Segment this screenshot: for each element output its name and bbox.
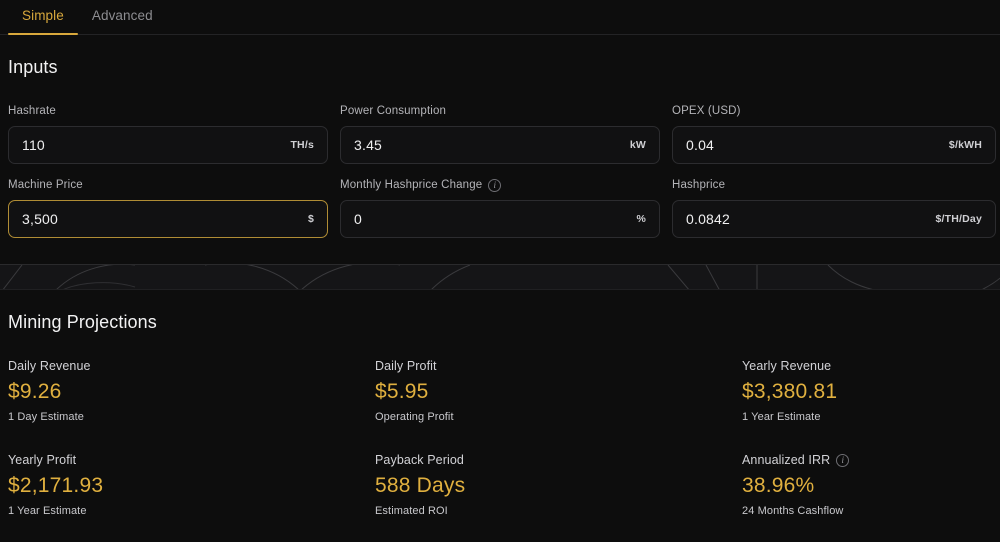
field-machine-price-label-text: Machine Price	[8, 179, 83, 191]
monthly-hashprice-change-unit: %	[636, 213, 646, 225]
field-opex-label-text: OPEX (USD)	[672, 105, 741, 117]
info-icon[interactable]: i	[488, 178, 502, 192]
metric-yearly-revenue-label: Yearly Revenue	[742, 359, 992, 373]
field-hashrate: Hashrate 110 TH/s	[8, 104, 328, 164]
mining-projections-heading: Mining Projections	[8, 312, 157, 332]
metric-daily-profit-label: Daily Profit	[375, 359, 742, 373]
inputs-section: Inputs Hashrate 110 TH/s Power Consumpti…	[0, 35, 1000, 252]
metrics-grid: Daily Revenue $9.26 1 Day Estimate Daily…	[8, 359, 992, 517]
tab-simple[interactable]: Simple	[8, 0, 78, 34]
hashrate-unit: TH/s	[290, 139, 314, 151]
field-hashprice-label-text: Hashprice	[672, 179, 726, 191]
hashprice-input-value: 0.0842	[686, 211, 731, 227]
field-power-consumption: Power Consumption 3.45 kW	[340, 104, 660, 164]
machine-price-unit: $	[307, 213, 314, 225]
power-consumption-input-value: 3.45	[354, 137, 383, 153]
metric-payback-period-value: 588 Days	[375, 474, 466, 498]
metric-yearly-profit: Yearly Profit $2,171.93 1 Year Estimate	[8, 453, 375, 517]
metric-daily-revenue-value: $9.26	[8, 380, 62, 403]
field-power-consumption-label-text: Power Consumption	[340, 105, 447, 117]
metric-payback-period-label: Payback Period	[375, 453, 742, 467]
metric-daily-revenue: Daily Revenue $9.26 1 Day Estimate	[8, 359, 375, 423]
decorative-divider-band	[0, 264, 1000, 290]
decorative-arcs	[2, 265, 1000, 289]
tab-simple-label: Simple	[22, 8, 64, 23]
metric-daily-profit-label-text: Daily Profit	[375, 359, 437, 373]
metric-daily-revenue-sub: 1 Day Estimate	[8, 411, 84, 424]
metric-yearly-profit-value: $2,171.93	[8, 474, 104, 498]
opex-unit: $/kWH	[948, 139, 982, 151]
metric-payback-period: Payback Period 588 Days Estimated ROI	[375, 453, 742, 517]
mining-calculator-page: Simple Advanced Inputs Hashrate 110 TH/s…	[0, 0, 1000, 542]
metric-yearly-profit-label: Yearly Profit	[8, 453, 375, 467]
hashrate-input[interactable]: 110 TH/s	[8, 126, 328, 164]
power-consumption-unit: kW	[629, 139, 646, 151]
field-hashrate-label: Hashrate	[8, 104, 328, 118]
field-power-consumption-label: Power Consumption	[340, 104, 660, 118]
metric-daily-profit-sub: Operating Profit	[375, 411, 454, 424]
machine-price-input[interactable]: 3,500 $	[8, 200, 328, 238]
field-monthly-hashprice-change-label-text: Monthly Hashprice Change	[340, 179, 483, 191]
hashprice-unit: $/TH/Day	[935, 213, 982, 225]
tab-advanced[interactable]: Advanced	[78, 0, 167, 34]
metric-annualized-irr-sub: 24 Months Cashflow	[742, 505, 844, 518]
inputs-heading: Inputs	[8, 57, 58, 77]
field-opex-label: OPEX (USD)	[672, 104, 996, 118]
metric-yearly-revenue-label-text: Yearly Revenue	[742, 359, 832, 373]
metric-payback-period-label-text: Payback Period	[375, 453, 464, 468]
metric-annualized-irr: Annualized IRR i 38.96% 24 Months Cashfl…	[742, 453, 992, 517]
inputs-grid: Hashrate 110 TH/s Power Consumption 3.45…	[8, 104, 996, 252]
field-monthly-hashprice-change-label: Monthly Hashprice Change i	[340, 178, 660, 192]
opex-input-value: 0.04	[686, 137, 715, 153]
field-hashprice: Hashprice 0.0842 $/TH/Day	[672, 178, 996, 238]
hashrate-input-value: 110	[22, 137, 45, 153]
monthly-hashprice-change-input-value: 0	[354, 211, 362, 227]
monthly-hashprice-change-input[interactable]: 0 %	[340, 200, 660, 238]
metric-daily-profit: Daily Profit $5.95 Operating Profit	[375, 359, 742, 423]
power-consumption-input[interactable]: 3.45 kW	[340, 126, 660, 164]
metric-yearly-profit-sub: 1 Year Estimate	[8, 505, 87, 518]
field-machine-price-label: Machine Price	[8, 178, 328, 192]
metric-daily-revenue-label: Daily Revenue	[8, 359, 375, 373]
field-monthly-hashprice-change: Monthly Hashprice Change i 0 %	[340, 178, 660, 238]
field-opex: OPEX (USD) 0.04 $/kWH	[672, 104, 996, 164]
metric-daily-profit-value: $5.95	[375, 380, 429, 403]
metric-yearly-revenue: Yearly Revenue $3,380.81 1 Year Estimate	[742, 359, 992, 423]
metric-yearly-revenue-value: $3,380.81	[742, 380, 838, 403]
mining-projections-section: Mining Projections Daily Revenue $9.26 1…	[0, 290, 1000, 517]
tab-advanced-label: Advanced	[91, 8, 153, 23]
metric-yearly-profit-label-text: Yearly Profit	[8, 453, 77, 468]
opex-input[interactable]: 0.04 $/kWH	[672, 126, 996, 164]
field-hashrate-label-text: Hashrate	[8, 105, 56, 117]
metric-annualized-irr-label-text: Annualized IRR	[742, 453, 831, 468]
mode-tabs: Simple Advanced	[0, 0, 1000, 35]
field-machine-price: Machine Price 3,500 $	[8, 178, 328, 238]
hashprice-input[interactable]: 0.0842 $/TH/Day	[672, 200, 996, 238]
info-icon[interactable]: i	[836, 453, 850, 467]
metric-payback-period-sub: Estimated ROI	[375, 505, 448, 518]
field-hashprice-label: Hashprice	[672, 178, 996, 192]
metric-annualized-irr-label: Annualized IRR i	[742, 453, 992, 467]
metric-yearly-revenue-sub: 1 Year Estimate	[742, 411, 821, 424]
machine-price-input-value: 3,500	[22, 211, 59, 227]
metric-annualized-irr-value: 38.96%	[742, 474, 815, 498]
metric-daily-revenue-label-text: Daily Revenue	[8, 359, 91, 373]
